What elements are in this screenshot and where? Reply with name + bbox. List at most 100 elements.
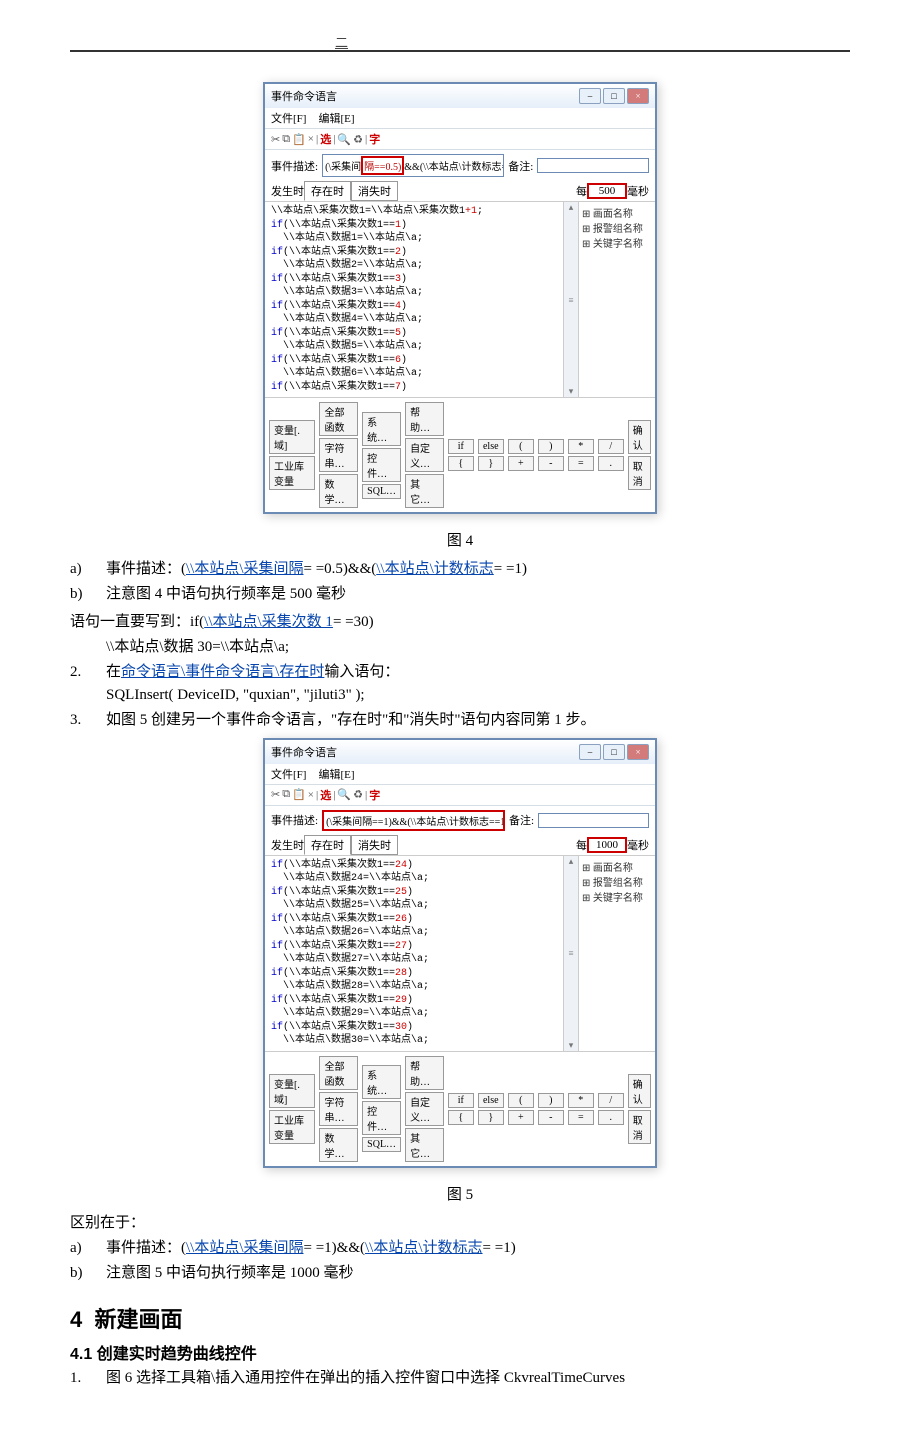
delete-icon[interactable]: × (308, 789, 314, 801)
lib-button[interactable]: 工业库变量 (269, 1110, 315, 1144)
custom-button[interactable]: 自定义… (405, 438, 444, 472)
eq-button[interactable]: = (568, 1110, 594, 1125)
custom-button[interactable]: 自定义… (405, 1092, 444, 1126)
copy-icon[interactable]: ⧉ (282, 133, 290, 146)
remark-input[interactable] (537, 158, 649, 173)
remark-input[interactable] (538, 813, 649, 828)
if-button[interactable]: if (448, 439, 474, 454)
link-interval[interactable]: \\本站点\采集间隔 (186, 1240, 304, 1256)
min-button[interactable]: – (579, 744, 601, 760)
rbrace-button[interactable]: } (478, 456, 504, 471)
math-button[interactable]: 数学… (319, 1128, 358, 1162)
max-button[interactable]: □ (603, 88, 625, 104)
interval-input[interactable]: 1000 (587, 837, 627, 853)
interval-input[interactable]: 500 (587, 183, 627, 199)
scroll-down-icon[interactable]: ▾ (569, 1040, 574, 1051)
lbrace-button[interactable]: { (448, 456, 474, 471)
lparen-button[interactable]: ( (508, 1093, 534, 1108)
ctrl-button[interactable]: 控件… (362, 1101, 401, 1135)
eq-button[interactable]: = (568, 456, 594, 471)
other-button[interactable]: 其它… (405, 1128, 444, 1162)
paste-icon[interactable]: 📋 (292, 133, 306, 146)
close-button[interactable]: × (627, 744, 649, 760)
minus-button[interactable]: - (538, 1110, 564, 1125)
tab-exist[interactable]: 存在时 (304, 835, 351, 855)
cut-icon[interactable]: ✂ (271, 133, 280, 146)
star-button[interactable]: * (568, 439, 594, 454)
select-icon[interactable]: 选 (320, 131, 331, 147)
dot-button[interactable]: . (598, 456, 624, 471)
menu-file[interactable]: 文件[F] (271, 766, 306, 782)
copy-icon[interactable]: ⧉ (282, 788, 290, 801)
find-icon[interactable]: 🔍 (337, 133, 351, 146)
math-button[interactable]: 数学… (319, 474, 358, 508)
find-icon[interactable]: 🔍 (337, 788, 351, 801)
menu-edit[interactable]: 编辑[E] (318, 110, 354, 126)
lparen-button[interactable]: ( (508, 439, 534, 454)
tree-node[interactable]: ⊞ 关键字名称 (582, 235, 652, 250)
link-flag[interactable]: \\本站点\计数标志 (376, 561, 494, 577)
other-button[interactable]: 其它… (405, 474, 444, 508)
tree-node[interactable]: ⊞ 画面名称 (582, 205, 652, 220)
string-button[interactable]: 字符串… (319, 438, 358, 472)
select-icon[interactable]: 选 (320, 787, 331, 803)
rparen-button[interactable]: ) (538, 439, 564, 454)
cut-icon[interactable]: ✂ (271, 788, 280, 801)
sql-button[interactable]: SQL… (362, 484, 401, 499)
replace-icon[interactable]: ♻ (353, 133, 363, 146)
max-button[interactable]: □ (603, 744, 625, 760)
ok-button[interactable]: 确认 (628, 1074, 651, 1108)
cancel-button[interactable]: 取消 (628, 1110, 651, 1144)
link-interval[interactable]: \\本站点\采集间隔 (186, 561, 304, 577)
sql-button[interactable]: SQL… (362, 1137, 401, 1152)
else-button[interactable]: else (478, 1093, 504, 1108)
tree-node[interactable]: ⊞ 关键字名称 (582, 889, 652, 904)
ok-button[interactable]: 确认 (628, 420, 651, 454)
slash-button[interactable]: / (598, 1093, 624, 1108)
ctrl-button[interactable]: 控件… (362, 448, 401, 482)
replace-icon[interactable]: ♻ (353, 788, 363, 801)
all-func-button[interactable]: 全部函数 (319, 1056, 358, 1090)
desc-input[interactable]: (\采集间隔==1)&&(\\本站点\计数标志==1) (322, 810, 505, 831)
close-button[interactable]: × (627, 88, 649, 104)
plus-button[interactable]: + (508, 1110, 534, 1125)
tree-node[interactable]: ⊞ 报警组名称 (582, 220, 652, 235)
menu-edit[interactable]: 编辑[E] (318, 766, 354, 782)
font-icon[interactable]: 字 (369, 787, 380, 803)
star-button[interactable]: * (568, 1093, 594, 1108)
desc-input[interactable]: (\采集间隔==0.5)&&(\\本站点\计数标志==1) (322, 154, 504, 177)
cancel-button[interactable]: 取消 (628, 456, 651, 490)
minus-button[interactable]: - (538, 456, 564, 471)
dot-button[interactable]: . (598, 1110, 624, 1125)
link-flag[interactable]: \\本站点\计数标志 (365, 1240, 483, 1256)
code-editor[interactable]: if(\\本站点\采集次数1==24) \\本站点\数据24=\\本站点\a; … (265, 855, 563, 1051)
plus-button[interactable]: + (508, 456, 534, 471)
link-count[interactable]: \\本站点\采集次数 1 (204, 614, 333, 630)
var-button[interactable]: 变量[.域] (269, 420, 315, 454)
var-button[interactable]: 变量[.域] (269, 1074, 315, 1108)
scroll-up-icon[interactable]: ▴ (569, 856, 574, 867)
font-icon[interactable]: 字 (369, 131, 380, 147)
scrollbar[interactable]: ▴ ≡ ▾ (563, 201, 578, 397)
tab-disappear[interactable]: 消失时 (351, 181, 398, 201)
else-button[interactable]: else (478, 439, 504, 454)
scroll-up-icon[interactable]: ▴ (569, 202, 574, 213)
lbrace-button[interactable]: { (448, 1110, 474, 1125)
delete-icon[interactable]: × (308, 133, 314, 145)
lib-button[interactable]: 工业库变量 (269, 456, 315, 490)
scroll-thumb[interactable]: ≡ (568, 948, 573, 958)
scroll-thumb[interactable]: ≡ (568, 295, 573, 305)
scrollbar[interactable]: ▴ ≡ ▾ (563, 855, 578, 1051)
slash-button[interactable]: / (598, 439, 624, 454)
sys-button[interactable]: 系统… (362, 1065, 401, 1099)
string-button[interactable]: 字符串… (319, 1092, 358, 1126)
paste-icon[interactable]: 📋 (292, 788, 306, 801)
help-button[interactable]: 帮助… (405, 402, 444, 436)
tree-node[interactable]: ⊞ 画面名称 (582, 859, 652, 874)
help-button[interactable]: 帮助… (405, 1056, 444, 1090)
code-editor[interactable]: \\本站点\采集次数1=\\本站点\采集次数1+1; if(\\本站点\采集次数… (265, 201, 563, 397)
tab-disappear[interactable]: 消失时 (351, 835, 398, 855)
tab-exist[interactable]: 存在时 (304, 181, 351, 201)
scroll-down-icon[interactable]: ▾ (569, 386, 574, 397)
if-button[interactable]: if (448, 1093, 474, 1108)
